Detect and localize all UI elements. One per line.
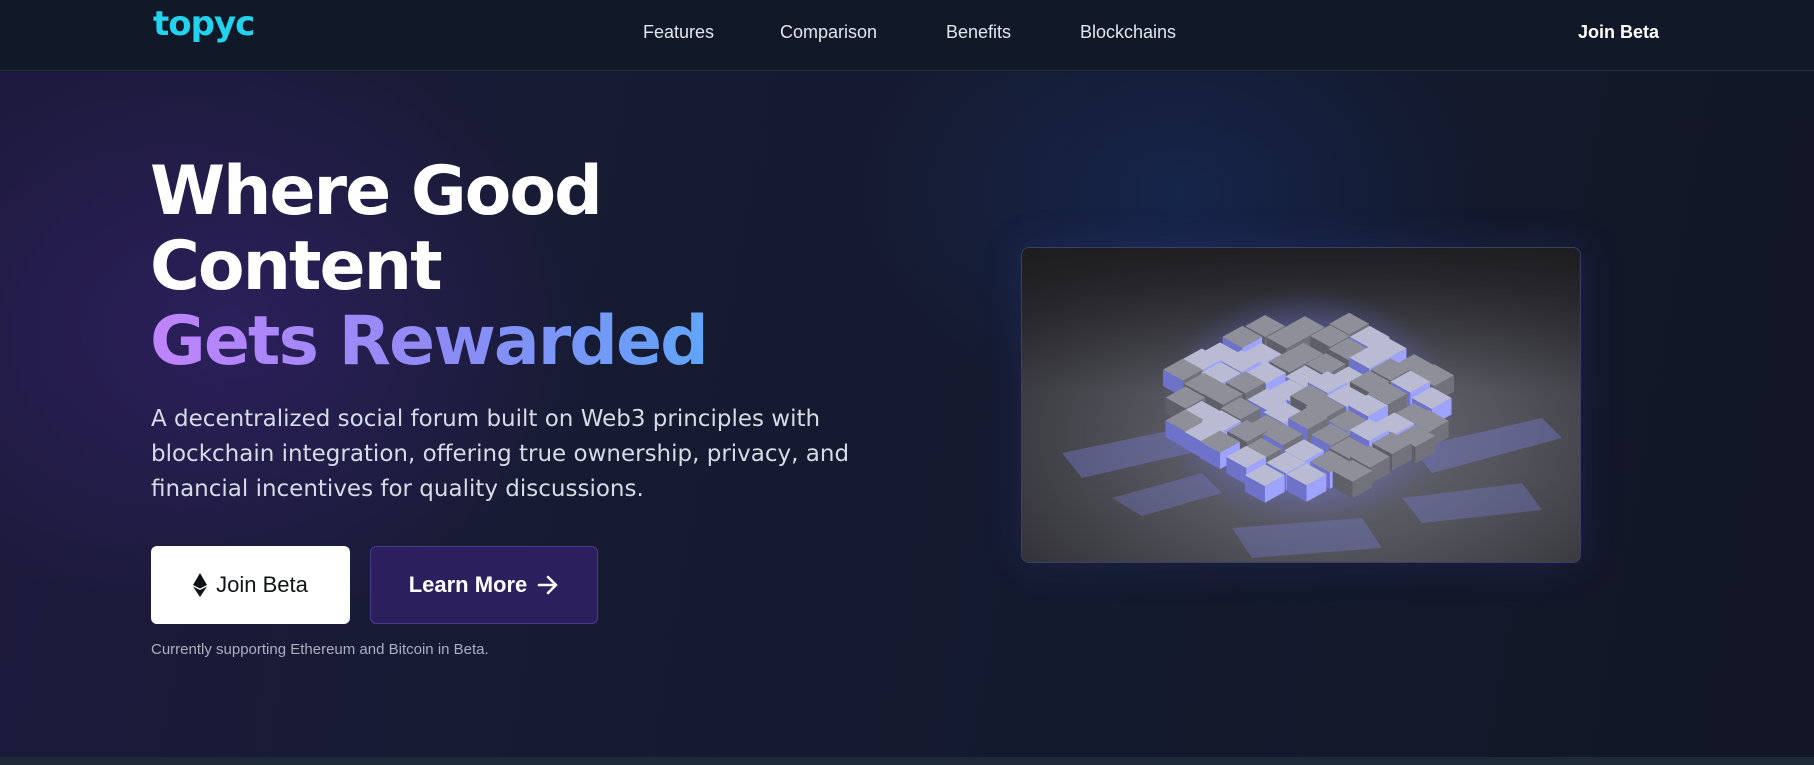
cube-illustration (1022, 248, 1580, 562)
nav-link-benefits[interactable]: Benefits (946, 22, 1011, 43)
top-navigation: topyc Features Comparison Benefits Block… (0, 0, 1814, 71)
beta-support-note: Currently supporting Ethereum and Bitcoi… (151, 641, 489, 658)
hero-headline: Where Good Content Gets Rewarded (150, 152, 709, 381)
arrow-right-icon (537, 575, 558, 595)
headline-line-1: Where Good (150, 152, 603, 231)
glowing-cube-image (1021, 247, 1581, 563)
ethereum-icon (193, 573, 208, 597)
join-beta-button[interactable]: Join Beta (151, 546, 350, 624)
headline-accent: Gets Rewarded (150, 302, 709, 381)
nav-join-beta-button[interactable]: Join Beta (1578, 22, 1659, 43)
hero-description: A decentralized social forum built on We… (151, 406, 850, 502)
headline-line-2: Content (150, 227, 443, 306)
nav-link-blockchains[interactable]: Blockchains (1080, 22, 1176, 43)
next-section-edge (0, 757, 1814, 765)
nav-link-comparison[interactable]: Comparison (780, 22, 877, 43)
nav-link-features[interactable]: Features (643, 22, 714, 43)
hero-section: Where Good Content Gets Rewarded A decen… (0, 72, 1814, 757)
learn-more-button[interactable]: Learn More (370, 546, 598, 624)
brand-logo[interactable]: topyc (153, 4, 255, 44)
join-beta-label: Join Beta (216, 572, 308, 597)
learn-more-label: Learn More (408, 572, 528, 597)
